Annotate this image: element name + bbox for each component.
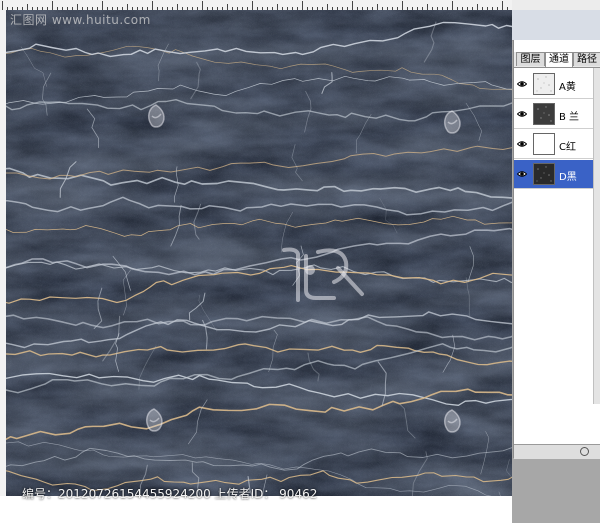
ruler-tick (202, 1, 203, 10)
channels-panel: 图层 通道 路径 A黄 B 兰 C红 D黑 (513, 40, 600, 459)
channel-thumbnail (533, 73, 555, 95)
ruler-tick (152, 1, 153, 10)
ghost-watermark (147, 104, 165, 128)
marble-texture-image (6, 10, 512, 496)
tab-layers[interactable]: 图层 (516, 52, 545, 66)
ghost-watermark (443, 409, 461, 433)
ruler-tick (2, 1, 3, 10)
eye-icon[interactable] (517, 169, 527, 179)
uploader-label: 上传者ID (214, 487, 264, 501)
panel-footer (514, 444, 600, 459)
eye-icon[interactable] (517, 79, 527, 89)
channel-row[interactable]: A黄 (514, 70, 600, 99)
id-label: 编号 (22, 487, 47, 501)
ruler-tick (102, 1, 103, 10)
channel-row[interactable]: D黑 (514, 160, 600, 189)
id-value: 20120726154455924200 (58, 487, 211, 501)
ruler-tick (302, 1, 303, 10)
image-caption: 编号：20120726154455924200 上传者ID： 90462 (22, 487, 318, 501)
channel-thumbnail (533, 163, 555, 185)
eye-icon[interactable] (517, 139, 527, 149)
ruler-tick (502, 1, 503, 10)
channel-name: C红 (559, 142, 576, 153)
site-watermark: 汇图网 www.huitu.com (10, 13, 151, 27)
ruler-tick (52, 1, 53, 10)
tab-paths[interactable]: 路径 (573, 52, 600, 66)
uploader-value: 90462 (279, 487, 318, 501)
panel-tabs: 图层 通道 路径 (514, 52, 600, 68)
huitu-logo-watermark (282, 247, 364, 302)
panel-dock-header (512, 10, 600, 41)
channel-thumbnail (533, 103, 555, 125)
ruler-tick (252, 1, 253, 10)
tab-channels[interactable]: 通道 (545, 52, 573, 67)
channel-name: B 兰 (559, 112, 580, 123)
ghost-watermark (145, 408, 163, 432)
eye-icon[interactable] (517, 109, 527, 119)
channel-row[interactable]: B 兰 (514, 100, 600, 129)
ghost-watermark (443, 110, 461, 134)
channel-name: D黑 (559, 172, 577, 183)
document-canvas[interactable]: 汇图网 www.huitu.com (6, 10, 512, 496)
panel-scrollbar[interactable] (593, 68, 600, 404)
ruler-tick (402, 1, 403, 10)
channel-name: A黄 (559, 82, 576, 93)
ruler-tick (452, 1, 453, 10)
ruler-tick (352, 1, 353, 10)
channel-row[interactable]: C红 (514, 130, 600, 159)
load-channel-selection-icon[interactable] (580, 447, 589, 456)
channel-thumbnail (533, 133, 555, 155)
